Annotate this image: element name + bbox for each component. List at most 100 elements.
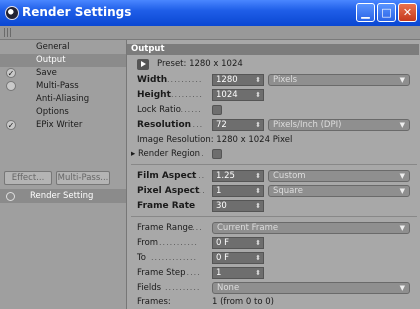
resolution-unit-dropdown[interactable]: Pixels/Inch (DPI) ▼ [268,119,410,131]
from-field[interactable]: 0 F ⬍ [212,237,264,249]
image-resolution-row: Image Resolution: 1280 x 1024 Pixel [127,134,420,147]
check-icon[interactable]: ✓ [6,68,16,78]
output-panel: Output Preset: 1280 x 1024 Width .......… [127,40,420,309]
film-aspect-dropdown[interactable]: Custom ▼ [268,170,410,182]
image-resolution-text: Image Resolution: 1280 x 1024 Pixel [137,135,293,145]
preset-play-icon[interactable] [137,59,149,70]
sidebar-item-options[interactable]: Options [0,106,126,119]
stepper-icon[interactable]: ⬍ [255,171,261,181]
stepper-icon[interactable]: ⬍ [255,238,261,248]
sidebar-item-label: Anti-Aliasing [36,94,90,104]
frame-step-field[interactable]: 1 ⬍ [212,267,264,279]
width-field[interactable]: 1280 ⬍ [212,74,264,86]
height-field[interactable]: 1024 ⬍ [212,89,264,101]
chevron-down-icon: ▼ [399,187,405,195]
film-aspect-label: Film Aspect [137,171,197,181]
minimize-icon: ▁ [361,6,370,19]
maximize-button[interactable]: □ [377,3,396,22]
chevron-down-icon: ▼ [399,172,405,180]
resolution-field[interactable]: 72 ⬍ [212,119,264,131]
chevron-down-icon: ▼ [399,76,405,84]
toolbar [0,26,420,40]
sidebar-item-multipass[interactable]: Multi-Pass [0,80,126,93]
lock-ratio-row: Lock Ratio ....... [127,104,420,117]
to-row: To ............. 0 F ⬍ [127,252,420,265]
pixel-aspect-dropdown[interactable]: Square ▼ [268,185,410,197]
close-button[interactable]: ✕ [398,3,417,22]
width-unit-dropdown[interactable]: Pixels ▼ [268,74,410,86]
chevron-down-icon: ▼ [399,224,405,232]
sidebar-item-label: Save [36,68,57,78]
stepper-icon[interactable]: ⬍ [255,90,261,100]
app-icon [5,6,19,20]
render-region-checkbox[interactable] [212,149,222,159]
render-setting-item[interactable]: Render Setting [0,189,126,203]
sidebar-item-epix-writer[interactable]: ✓ EPix Writer [0,119,126,132]
frame-step-label: Frame Step [137,268,186,278]
from-row: From ........... 0 F ⬍ [127,237,420,250]
lock-ratio-checkbox[interactable] [212,105,222,115]
lock-ratio-label: Lock Ratio [137,105,181,115]
stepper-icon[interactable]: ⬍ [255,186,261,196]
preset-text: Preset: 1280 x 1024 [157,59,243,69]
resolution-row: Resolution .... 72 ⬍ Pixels/Inch (DPI) ▼ [127,119,420,132]
render-region-row: ▸ Render Region ... [127,148,420,161]
stepper-icon[interactable]: ⬍ [255,75,261,85]
render-region-label: Render Region [138,149,201,159]
pixel-aspect-row: Pixel Aspect ... 1 ⬍ Square ▼ [127,185,420,198]
minimize-button[interactable]: ▁ [356,3,375,22]
frames-label: Frames: [137,297,171,307]
film-aspect-field[interactable]: 1.25 ⬍ [212,170,264,182]
window-title: Render Settings [22,5,132,19]
chevron-down-icon: ▼ [399,284,405,292]
stepper-icon[interactable]: ⬍ [255,253,261,263]
sidebar-item-save[interactable]: ✓ Save [0,67,126,80]
checkbox-icon[interactable] [6,81,16,91]
sidebar-item-label: EPix Writer [36,120,83,130]
divider [131,216,417,217]
fields-dropdown[interactable]: None ▼ [212,282,410,294]
frames-value: 1 (from 0 to 0) [212,297,274,307]
fields-label: Fields [137,283,162,293]
section-header: Output [127,44,419,55]
frame-range-dropdown[interactable]: Current Frame ▼ [212,222,410,234]
grip-icon[interactable] [4,28,13,37]
height-label: Height [137,90,171,100]
stepper-icon[interactable]: ⬍ [255,201,261,211]
frame-range-row: Frame Range ..... Current Frame ▼ [127,222,420,235]
frame-rate-label: Frame Rate [137,201,196,211]
close-icon: ✕ [402,6,413,19]
render-setting-label: Render Setting [30,191,94,201]
maximize-icon: □ [381,6,392,19]
width-row: Width .......... 1280 ⬍ Pixels ▼ [127,74,420,87]
width-label: Width [137,75,168,85]
check-icon[interactable]: ✓ [6,120,16,130]
preset-row: Preset: 1280 x 1024 [127,58,420,71]
height-row: Height ......... 1024 ⬍ [127,89,420,102]
sidebar-item-label: General [36,42,70,52]
film-aspect-row: Film Aspect .... 1.25 ⬍ Custom ▼ [127,170,420,183]
frame-rate-field[interactable]: 30 ⬍ [212,200,264,212]
render-settings-window: Render Settings ▁ □ ✕ General Output ✓ S… [0,0,420,309]
pixel-aspect-field[interactable]: 1 ⬍ [212,185,264,197]
effect-button[interactable]: Effect... [4,171,52,185]
sidebar-item-anti-aliasing[interactable]: Anti-Aliasing [0,93,126,106]
frame-rate-row: Frame Rate 30 ⬍ [127,200,420,213]
chevron-down-icon: ▼ [399,121,405,129]
sidebar-item-label: Output [36,55,66,65]
divider [131,164,417,165]
title-bar[interactable]: Render Settings ▁ □ ✕ [0,0,420,26]
to-field[interactable]: 0 F ⬍ [212,252,264,264]
expand-arrow-icon[interactable]: ▸ [131,149,135,159]
sidebar-item-output[interactable]: Output [0,54,126,67]
fields-row: Fields .......... None ▼ [127,282,420,295]
resolution-label: Resolution [137,120,192,130]
stepper-icon[interactable]: ⬍ [255,268,261,278]
render-setting-icon [6,192,15,201]
to-label: To [137,253,146,263]
stepper-icon[interactable]: ⬍ [255,120,261,130]
frames-row: Frames: 1 (from 0 to 0) [127,296,420,309]
sidebar-item-general[interactable]: General [0,41,126,54]
frame-step-row: Frame Step ..... 1 ⬍ [127,267,420,280]
multipass-button[interactable]: Multi-Pass... [56,171,110,185]
